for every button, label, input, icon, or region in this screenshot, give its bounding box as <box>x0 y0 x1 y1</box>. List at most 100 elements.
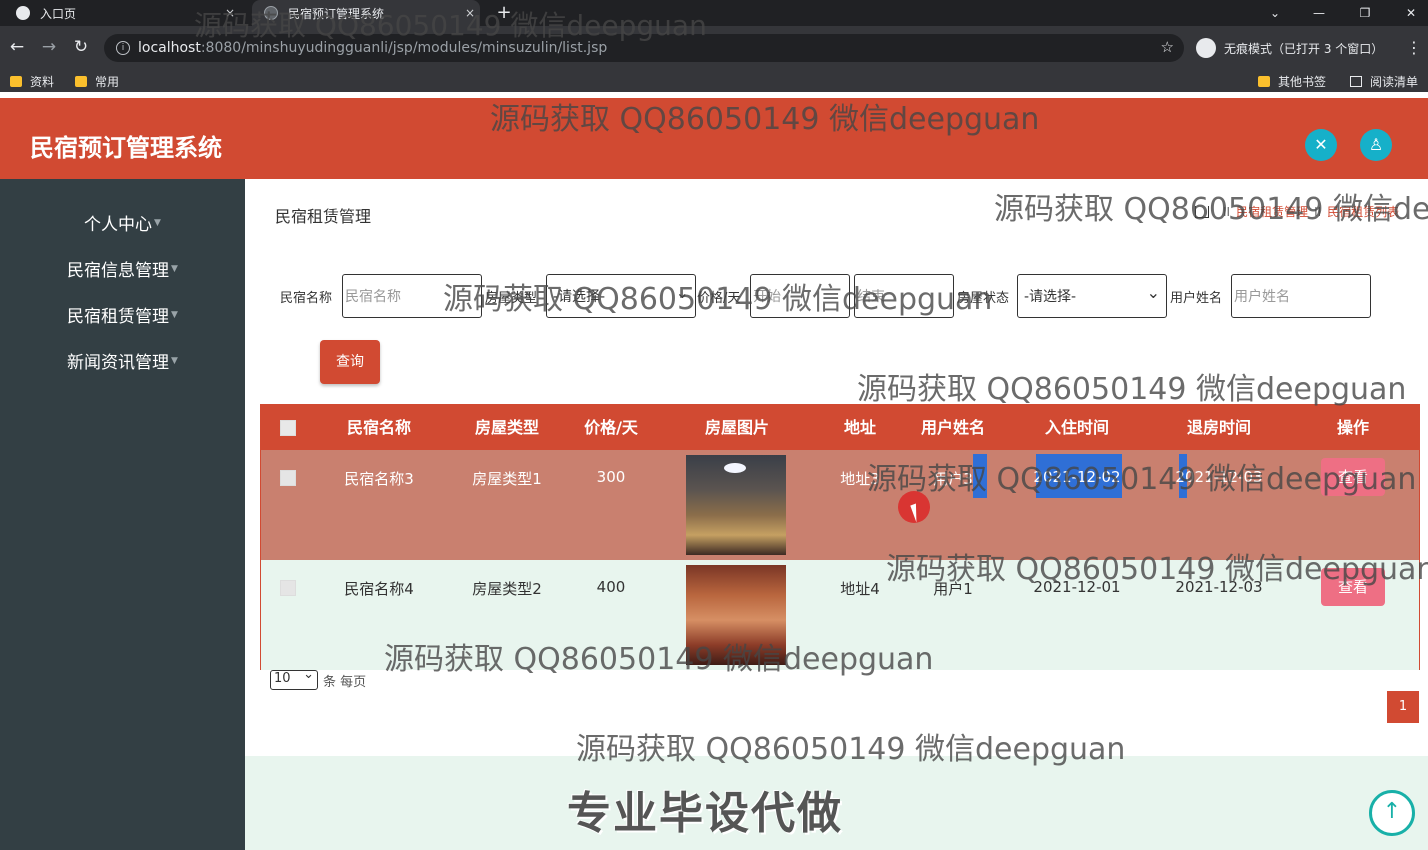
fullscreen-icon[interactable]: ✕ <box>1305 129 1337 161</box>
cell-user: 用户3 <box>933 470 973 488</box>
page-number-button[interactable]: 1 <box>1387 691 1419 723</box>
tab-title: 民宿预订管理系统 <box>288 6 385 21</box>
cell-user: 用户1 <box>933 580 973 598</box>
view-button[interactable]: 查看 <box>1321 458 1385 496</box>
rental-table: 民宿名称 房屋类型 价格/天 房屋图片 地址 用户姓名 入住时间 退房时间 操作… <box>260 404 1420 670</box>
bookmarks-bar: 资料 常用 其他书签 阅读清单 <box>0 68 1428 92</box>
app-header: 民宿预订管理系统 ✕ ♙ <box>0 98 1428 179</box>
incognito-label: 无痕模式（已打开 3 个窗口） <box>1224 41 1384 56</box>
forward-icon[interactable]: → <box>38 36 60 58</box>
price-filter-label: 价格/天 <box>697 291 741 306</box>
status-filter-label: 房屋状态 <box>957 291 1010 306</box>
main-content: 民宿租赁管理 II 民宿租赁管理 II 民宿租赁列表 民宿名称 民宿名称 房屋类… <box>245 179 1428 850</box>
column-header: 地址 <box>843 418 876 437</box>
breadcrumb-item[interactable]: 民宿租赁列表 <box>1327 203 1399 220</box>
caret-down-icon: ▼ <box>171 356 178 366</box>
browser-tab-active[interactable]: 民宿预订管理系统 × <box>252 0 480 26</box>
sidebar-item-homestay-info[interactable]: 民宿信息管理 ▼ <box>0 245 245 291</box>
incognito-icon <box>1196 38 1216 58</box>
window-buttons: — ❐ ✕ <box>1296 0 1428 26</box>
column-header: 操作 <box>1336 418 1369 437</box>
other-bookmarks[interactable]: 其他书签 <box>1258 73 1326 90</box>
table-row[interactable]: 民宿名称4 房屋类型2 400 地址4 用户1 2021-12-01 2021-… <box>261 560 1419 670</box>
incognito-indicator[interactable]: 无痕模式（已打开 3 个窗口） <box>1196 36 1383 60</box>
type-filter-label: 房屋类型 <box>485 291 538 306</box>
back-icon[interactable]: ← <box>6 36 28 58</box>
minimize-icon[interactable]: — <box>1296 6 1342 20</box>
column-header: 民宿名称 <box>346 418 411 437</box>
url-host: localhost <box>138 40 201 56</box>
page-size-select[interactable]: 10 <box>270 667 318 690</box>
back-to-top-icon[interactable]: ↑ <box>1369 790 1415 836</box>
house-photo[interactable] <box>686 565 786 665</box>
bookmark-label: 阅读清单 <box>1370 75 1419 89</box>
reading-list-icon <box>1350 76 1362 87</box>
table-row[interactable]: 民宿名称3 房屋类型1 300 地址3 用户3 2021-12-02 2021-… <box>261 450 1419 560</box>
cell-name: 民宿名称4 <box>344 580 414 598</box>
breadcrumb-item[interactable]: 民宿租赁管理 <box>1236 203 1308 220</box>
tab-title: 入口页 <box>40 6 77 21</box>
user-filter-label: 用户姓名 <box>1170 291 1223 306</box>
column-header: 用户姓名 <box>920 418 985 437</box>
site-info-icon[interactable]: i <box>116 41 130 55</box>
bookmark-folder[interactable]: 资料 <box>10 73 54 90</box>
name-filter-input[interactable]: 民宿名称 <box>342 274 482 318</box>
url-input[interactable]: i localhost:8080/minshuyudingguanli/jsp/… <box>104 34 1184 62</box>
caret-down-icon: ▼ <box>171 264 178 274</box>
price-end-input[interactable]: 结束 <box>854 274 954 318</box>
browser-tab-entry[interactable]: 入口页 × <box>8 0 240 26</box>
app-title: 民宿预订管理系统 <box>30 134 222 162</box>
bookmark-folder[interactable]: 常用 <box>75 73 119 90</box>
bookmark-label: 常用 <box>95 75 120 89</box>
sidebar-item-label: 民宿租赁管理 <box>67 306 170 327</box>
browser-menu-icon[interactable]: ⋮ <box>1406 38 1422 57</box>
restore-icon[interactable]: ❐ <box>1342 6 1388 20</box>
column-header: 入住时间 <box>1044 418 1109 437</box>
folder-icon <box>75 76 87 87</box>
sidebar-item-label: 新闻资讯管理 <box>67 352 170 373</box>
reload-icon[interactable]: ↻ <box>70 36 92 58</box>
bookmark-label: 资料 <box>30 75 55 89</box>
view-button[interactable]: 查看 <box>1321 568 1385 606</box>
reading-list[interactable]: 阅读清单 <box>1350 73 1418 90</box>
new-tab-button[interactable]: + <box>494 3 514 23</box>
row-checkbox[interactable] <box>280 470 296 486</box>
query-button[interactable]: 查询 <box>320 340 380 384</box>
page-size-suffix: 条 每页 <box>323 674 367 690</box>
cell-price: 400 <box>596 578 626 596</box>
sidebar-item-news[interactable]: 新闻资讯管理 ▼ <box>0 337 245 383</box>
page-title: 民宿租赁管理 <box>275 207 372 226</box>
tab-search-icon[interactable]: ⌄ <box>1252 6 1298 20</box>
sidebar-item-profile[interactable]: 个人中心 ▼ <box>0 199 245 245</box>
url-path: :8080/minshuyudingguanli/jsp/modules/min… <box>200 40 608 56</box>
home-icon[interactable] <box>1195 205 1209 218</box>
folder-icon <box>10 76 22 87</box>
table-header: 民宿名称 房屋类型 价格/天 房屋图片 地址 用户姓名 入住时间 退房时间 操作 <box>261 405 1419 450</box>
house-photo[interactable] <box>686 455 786 555</box>
page-icon <box>264 6 278 20</box>
type-filter-select[interactable]: -请选择- <box>546 274 696 318</box>
sidebar: 个人中心 ▼ 民宿信息管理 ▼ 民宿租赁管理 ▼ 新闻资讯管理 ▼ <box>0 179 245 850</box>
cell-checkout: 2021-12-03 <box>1175 468 1263 486</box>
price-start-input[interactable]: 开始 <box>750 274 850 318</box>
cell-checkin: 2021-12-01 <box>1033 578 1121 596</box>
column-header: 价格/天 <box>584 418 638 437</box>
close-tab-icon[interactable]: × <box>460 6 480 20</box>
caret-down-icon: ▼ <box>171 310 178 320</box>
cell-type: 房屋类型1 <box>472 470 542 488</box>
user-icon[interactable]: ♙ <box>1360 129 1392 161</box>
bookmark-label: 其他书签 <box>1278 75 1327 89</box>
browser-tab-bar: 入口页 × 民宿预订管理系统 × + ⌄ — ❐ ✕ <box>0 0 1428 26</box>
close-window-icon[interactable]: ✕ <box>1388 6 1428 20</box>
status-filter-select[interactable]: -请选择- <box>1017 274 1167 318</box>
column-header: 退房时间 <box>1186 418 1251 437</box>
sidebar-item-homestay-rental[interactable]: 民宿租赁管理 ▼ <box>0 291 245 337</box>
user-filter-input[interactable]: 用户姓名 <box>1231 274 1371 318</box>
window-controls: ⌄ <box>1252 0 1298 26</box>
select-all-checkbox[interactable] <box>280 420 296 436</box>
bookmark-star-icon[interactable]: ☆ <box>1161 38 1174 56</box>
row-checkbox[interactable] <box>280 580 296 596</box>
sidebar-item-label: 个人中心 <box>84 214 153 235</box>
close-tab-icon[interactable]: × <box>220 6 240 20</box>
cell-address: 地址4 <box>840 580 880 598</box>
